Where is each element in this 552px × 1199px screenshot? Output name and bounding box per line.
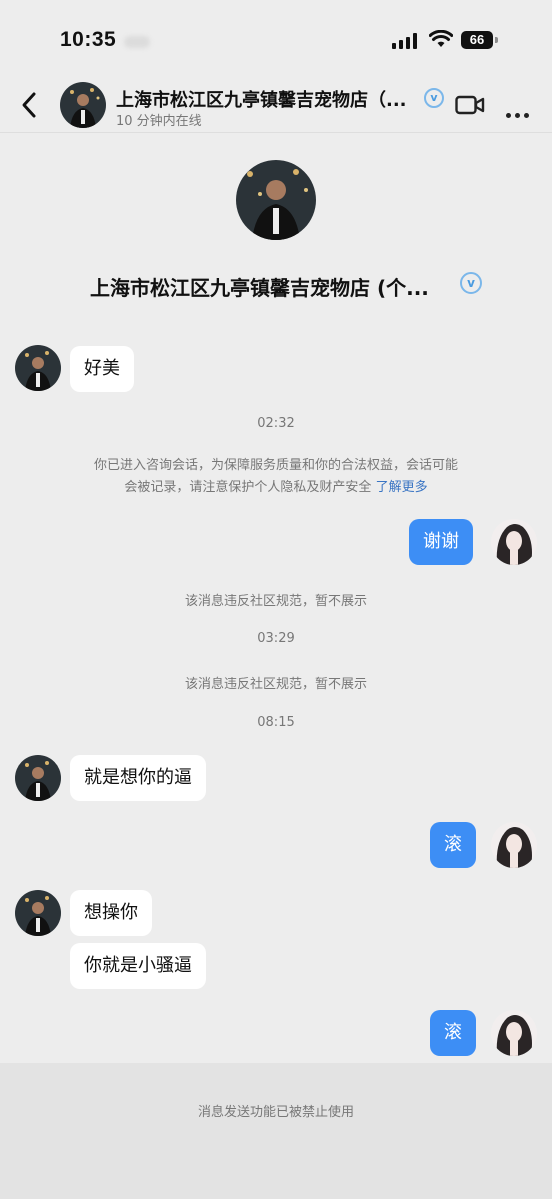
seller-avatar[interactable] (15, 755, 61, 801)
contact-name[interactable]: 上海市松江区九亭镇馨吉宠物店（... (116, 86, 407, 112)
back-arrow-icon[interactable] (18, 90, 40, 120)
battery-tip (495, 37, 498, 43)
profile-verified-icon: v (460, 272, 482, 294)
notice-line-2: 会被记录，请注意保护个人隐私及财产安全 了解更多 (40, 477, 512, 499)
learn-more-link[interactable]: 了解更多 (376, 480, 428, 495)
consult-notice: 你已进入咨询会话，为保障服务质量和你的合法权益，会话可能 会被记录，请注意保护个… (40, 455, 512, 499)
timestamp: 08:15 (257, 715, 295, 730)
input-disabled-bar (0, 1063, 552, 1199)
battery-icon: 66 (461, 31, 493, 49)
signal-icon (392, 33, 418, 49)
notice-line-1: 你已进入咨询会话，为保障服务质量和你的合法权益，会话可能 (93, 458, 458, 473)
notice-line-2-text: 会被记录，请注意保护个人隐私及财产安全 (124, 480, 372, 495)
message-bubble-outgoing[interactable]: 谢谢 (409, 519, 473, 565)
blocked-message: 该消息违反社区规范，暂不展示 (184, 677, 367, 692)
wifi-icon (429, 30, 453, 47)
message-bubble-incoming[interactable]: 好美 (70, 346, 134, 392)
more-icon[interactable] (506, 103, 533, 122)
seller-avatar[interactable] (15, 890, 61, 936)
online-status: 10 分钟内在线 (116, 114, 202, 129)
message-bubble-incoming[interactable]: 想操你 (70, 890, 152, 936)
my-avatar[interactable] (491, 1010, 537, 1056)
seller-avatar[interactable] (15, 345, 61, 391)
video-call-icon[interactable] (455, 94, 485, 116)
disabled-notice: 消息发送功能已被禁止使用 (197, 1105, 354, 1120)
message-bubble-incoming[interactable]: 你就是小骚逼 (70, 943, 206, 989)
profile-name[interactable]: 上海市松江区九亭镇馨吉宠物店 (个... (90, 272, 429, 301)
message-bubble-outgoing[interactable]: 滚 (430, 822, 476, 868)
contact-avatar[interactable] (60, 82, 106, 128)
blocked-message: 该消息违反社区规范，暂不展示 (184, 594, 367, 609)
chat-header: 上海市松江区九亭镇馨吉宠物店（... v 10 分钟内在线 (0, 78, 552, 133)
timestamp: 02:32 (257, 416, 295, 431)
verified-icon: v (424, 88, 444, 108)
my-avatar[interactable] (491, 519, 537, 565)
timestamp: 03:29 (257, 631, 295, 646)
status-blur (124, 36, 150, 48)
status-bar: 10:35 66 (0, 0, 552, 78)
message-bubble-incoming[interactable]: 就是想你的逼 (70, 755, 206, 801)
profile-avatar[interactable] (236, 160, 316, 240)
message-bubble-outgoing[interactable]: 滚 (430, 1010, 476, 1056)
my-avatar[interactable] (491, 822, 537, 868)
status-time: 10:35 (60, 28, 117, 51)
